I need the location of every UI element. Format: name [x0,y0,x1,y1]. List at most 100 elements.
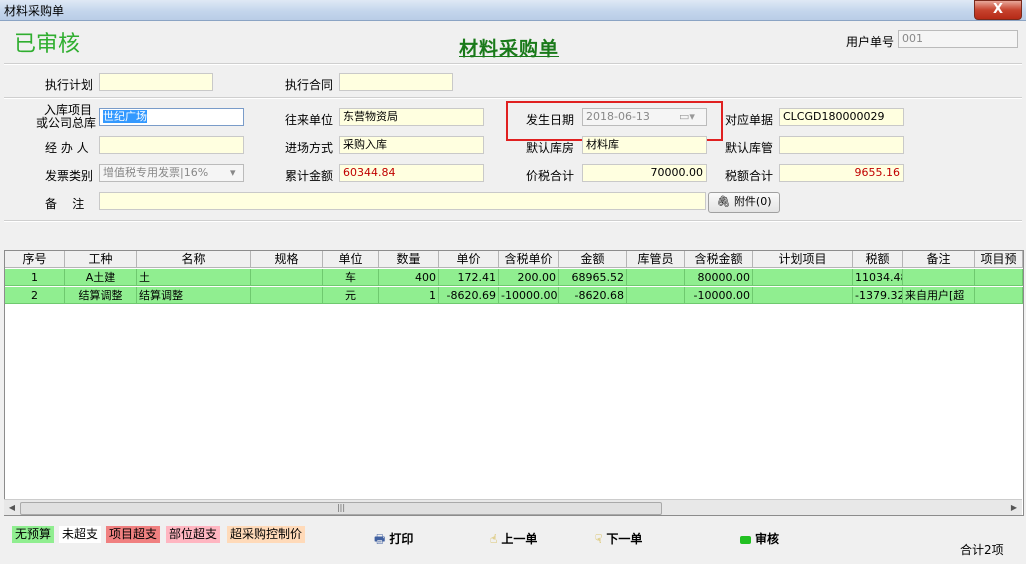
close-button[interactable]: X [974,0,1022,20]
divider [4,97,1022,99]
record-count: 合计2项 [960,543,1004,557]
partner-field[interactable]: 东营物资局 [339,108,484,126]
attach-button[interactable]: 🖇 附件(0) [708,192,780,213]
table-cell[interactable]: 80000.00 [685,269,753,286]
legend-item: 部位超支 [166,526,221,543]
invoice-select[interactable]: 增值税专用发票|16% ▾ [99,164,244,182]
column-header[interactable]: 库管员 [627,251,685,268]
attach-label: 附件(0) [733,195,772,208]
audit-button[interactable]: 审核 [740,530,779,547]
ref-field[interactable]: CLCGD180000029 [779,108,904,126]
table-cell[interactable]: -10000.00 [499,287,559,304]
chevron-down-icon[interactable]: ▾ [230,165,236,181]
table-cell[interactable] [975,269,1023,286]
exec-contract-field[interactable] [339,73,453,91]
column-header[interactable]: 单价 [439,251,499,268]
divider [4,220,1022,222]
table-cell[interactable]: -8620.68 [559,287,627,304]
print-button[interactable]: 🖶 打印 [374,530,413,551]
table-cell[interactable]: 11034.48 [853,269,903,286]
project-field[interactable]: 世纪广场 [99,108,244,126]
window-titlebar: 材料采购单 X [0,0,1026,21]
scroll-right-icon[interactable]: ▶ [1008,502,1020,513]
table-cell[interactable] [251,287,323,304]
audit-label: 审核 [755,532,780,546]
tax-total-field[interactable]: 70000.00 [582,164,707,182]
paperclip-icon: 🖇 [716,195,731,208]
total-field[interactable]: 60344.84 [339,164,484,182]
project-value: 世纪广场 [103,110,147,123]
table-cell[interactable]: -1379.32 [853,287,903,304]
column-header[interactable]: 含税单价 [499,251,559,268]
column-header[interactable]: 税额 [853,251,903,268]
scroll-left-icon[interactable]: ◀ [6,502,18,513]
table-cell[interactable] [903,269,975,286]
user-no-label: 用户单号 [846,35,895,49]
table-cell[interactable]: 土 [137,269,251,286]
table-cell[interactable]: 68965.52 [559,269,627,286]
scroll-thumb[interactable]: ||| [20,502,662,515]
column-header[interactable]: 数量 [379,251,439,268]
user-no-field[interactable]: 001 [898,30,1018,48]
method-field[interactable]: 采购入库 [339,136,484,154]
form-title: 材料采购单 [459,38,560,60]
column-header[interactable]: 项目预 [975,251,1023,268]
column-header[interactable]: 计划项目 [753,251,853,268]
legend-item: 未超支 [59,526,102,543]
exec-plan-field[interactable] [99,73,213,91]
column-header[interactable]: 工种 [65,251,137,268]
table-cell[interactable] [627,287,685,304]
table-cell[interactable]: 2 [5,287,65,304]
column-header[interactable]: 序号 [5,251,65,268]
table-cell[interactable] [251,269,323,286]
divider [4,63,1022,65]
tax-sum-label: 税额合计 [725,169,774,183]
column-header[interactable]: 名称 [137,251,251,268]
method-label: 进场方式 [285,141,334,155]
table-cell[interactable] [753,269,853,286]
legend-item: 超采购控制价 [227,526,306,543]
table-cell[interactable] [627,269,685,286]
column-header[interactable]: 金额 [559,251,627,268]
table-cell[interactable]: A土建 [65,269,137,286]
table-cell[interactable]: 元 [323,287,379,304]
column-header[interactable]: 规格 [251,251,323,268]
next-label: 下一单 [606,532,643,546]
table-cell[interactable]: 结算调整 [137,287,251,304]
table-cell[interactable]: 结算调整 [65,287,137,304]
handler-field[interactable] [99,136,244,154]
project-label: 入库项目 或公司总库 [36,103,96,130]
next-button[interactable]: ☟ 下一单 [595,530,642,547]
invoice-label: 发票类别 [45,169,94,183]
print-label: 打印 [389,532,414,546]
warehouse-label: 默认库房 [526,141,575,155]
table-cell[interactable]: 200.00 [499,269,559,286]
remark-field[interactable] [99,192,706,210]
table-cell[interactable]: 172.41 [439,269,499,286]
table-cell[interactable]: 1 [5,269,65,286]
table-cell[interactable]: 400 [379,269,439,286]
project-label-line2: 或公司总库 [36,116,97,130]
handler-label: 经 办 人 [45,141,89,155]
column-header[interactable]: 含税金额 [685,251,753,268]
prev-button[interactable]: ☝ 上一单 [490,530,537,547]
detail-grid[interactable]: 序号 工种 名称 规格 单位 数量 单价 含税单价 金额 库管员 含税金额 计划项目 税额 备注 项目预 1 A… [4,250,1024,516]
warehouse-field[interactable]: 材料库 [582,136,707,154]
project-label-line1: 入库项目 [44,103,93,117]
column-header[interactable]: 备注 [903,251,975,268]
hand-up-icon: ☝ [490,532,498,546]
table-cell[interactable] [975,287,1023,304]
table-cell[interactable]: 1 [379,287,439,304]
tax-sum-field[interactable]: 9655.16 [779,164,904,182]
exec-contract-label: 执行合同 [285,78,334,92]
table-cell[interactable] [753,287,853,304]
keeper-field[interactable] [779,136,904,154]
table-cell[interactable]: -10000.00 [685,287,753,304]
prev-label: 上一单 [501,532,538,546]
column-header[interactable]: 单位 [323,251,379,268]
legend-item: 无预算 [12,526,55,543]
horizontal-scrollbar[interactable]: ◀ ||| ▶ [4,499,1022,515]
table-cell[interactable]: 车 [323,269,379,286]
table-cell[interactable]: 来自用户[超 [903,287,975,304]
table-cell[interactable]: -8620.69 [439,287,499,304]
